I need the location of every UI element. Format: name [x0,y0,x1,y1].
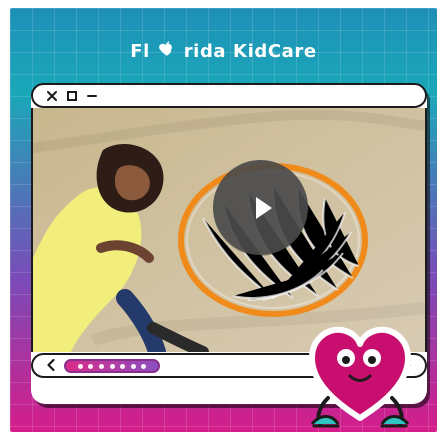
window-titlebar [31,83,427,108]
close-icon[interactable] [45,89,59,103]
carousel-dot[interactable] [130,363,136,369]
chevron-left-icon [47,358,55,372]
minimize-icon[interactable] [85,89,99,103]
carousel-dot[interactable] [141,363,147,369]
play-button[interactable] [213,160,308,255]
heart-mascot-icon [309,326,411,428]
brand-text-before: Fl [130,41,150,62]
brand-logo: Fl rida KidCare [10,39,437,61]
carousel-dot[interactable] [109,363,115,369]
brand-text-after: rida KidCare [183,41,317,62]
play-icon [255,196,272,219]
carousel-indicators [64,359,160,373]
carousel-dot[interactable] [88,363,94,369]
heart-icon [158,40,176,62]
carousel-dot[interactable] [98,363,104,369]
carousel-dot[interactable] [120,363,126,369]
promo-frame: Fl rida KidCare [10,8,437,432]
maximize-icon[interactable] [65,89,79,103]
prev-button[interactable] [43,357,59,373]
carousel-dot[interactable] [77,363,83,369]
